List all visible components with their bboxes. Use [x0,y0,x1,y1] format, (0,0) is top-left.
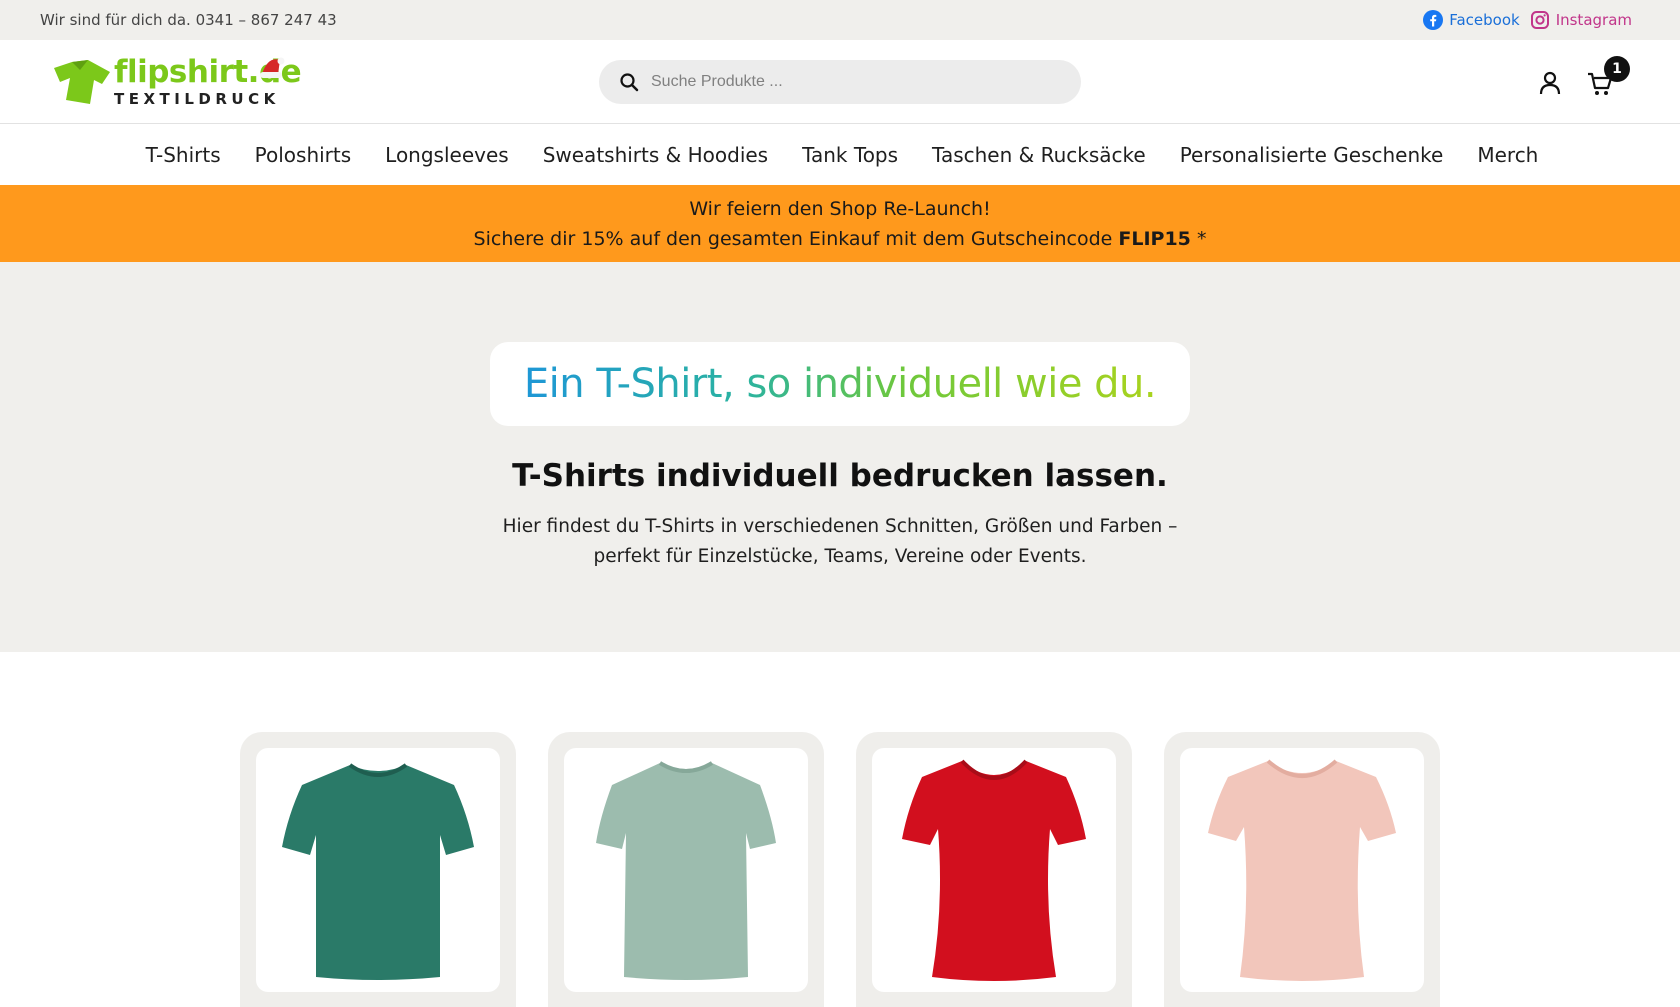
logo-subtitle: TEXTILDRUCK [114,90,280,108]
promo-line-2: Sichere dir 15% auf den gesamten Einkauf… [474,224,1207,254]
facebook-label: Facebook [1449,11,1520,29]
nav-item-sweatshirts-hoodies[interactable]: Sweatshirts & Hoodies [543,143,768,167]
facebook-link[interactable]: Facebook [1423,10,1520,30]
promo-line-2-prefix: Sichere dir 15% auf den gesamten Einkauf… [473,227,1119,250]
logo-shirt-icon [54,60,110,104]
santa-hat-icon [260,57,285,78]
nav-item-taschen-rucksaecke[interactable]: Taschen & Rucksäcke [932,143,1146,167]
product-image[interactable] [872,748,1116,992]
hero-description-line-2: perfekt für Einzelstücke, Teams, Vereine… [593,546,1087,567]
hero-description-line-1: Hier findest du T-Shirts in verschiedene… [502,516,1178,537]
social-links: Facebook Instagram [1423,10,1632,30]
product-card[interactable] [548,732,824,1007]
hero-tagline-card: Ein T-Shirt, so individuell wie du. [490,342,1190,426]
tshirt-sage-icon [596,761,776,980]
tshirt-red-icon [902,759,1086,981]
hero-description: Hier findest du T-Shirts in verschiedene… [440,512,1240,572]
search-icon [620,73,639,92]
promo-line-2-suffix: * [1190,227,1207,250]
product-card[interactable] [856,732,1132,1007]
nav-item-poloshirts[interactable]: Poloshirts [255,143,352,167]
contact-text: Wir sind für dich da. 0341 – 867 247 43 [40,11,337,29]
cart-button[interactable]: 1 [1586,56,1630,100]
product-card[interactable] [1164,732,1440,1007]
main-nav: T-Shirts Poloshirts Longsleeves Sweatshi… [0,124,1680,185]
instagram-link[interactable]: Instagram [1530,10,1632,30]
hero-tagline: Ein T-Shirt, so individuell wie du. [523,361,1157,407]
nav-item-merch[interactable]: Merch [1477,143,1538,167]
promo-banner: Wir feiern den Shop Re-Launch! Sichere d… [0,185,1680,262]
page-title: T-Shirts individuell bedrucken lassen. [512,458,1168,494]
cart-count-badge: 1 [1604,56,1630,82]
instagram-label: Instagram [1555,11,1632,29]
product-grid [0,652,1680,1007]
header: flipshirt.de TEXTILDRUCK 1 [0,40,1680,124]
product-image[interactable] [256,748,500,992]
nav-item-tshirts[interactable]: T-Shirts [146,143,221,167]
search-input[interactable] [651,73,1051,91]
logo[interactable]: flipshirt.de TEXTILDRUCK [54,54,302,112]
account-icon[interactable] [1538,70,1562,96]
tshirt-teal-icon [282,763,474,980]
nav-item-tank-tops[interactable]: Tank Tops [802,143,898,167]
hero-section: Ein T-Shirt, so individuell wie du. T-Sh… [0,262,1680,652]
tshirt-rose-icon [1208,759,1396,981]
top-bar: Wir sind für dich da. 0341 – 867 247 43 … [0,0,1680,40]
promo-line-1: Wir feiern den Shop Re-Launch! [689,197,991,220]
nav-item-personalisierte-geschenke[interactable]: Personalisierte Geschenke [1180,143,1444,167]
search-bar[interactable] [599,60,1081,104]
promo-code: FLIP15 [1118,227,1191,250]
product-card[interactable] [240,732,516,1007]
product-image[interactable] [564,748,808,992]
instagram-icon [1530,11,1549,29]
nav-item-longsleeves[interactable]: Longsleeves [385,143,509,167]
facebook-icon [1423,10,1444,30]
product-image[interactable] [1180,748,1424,992]
